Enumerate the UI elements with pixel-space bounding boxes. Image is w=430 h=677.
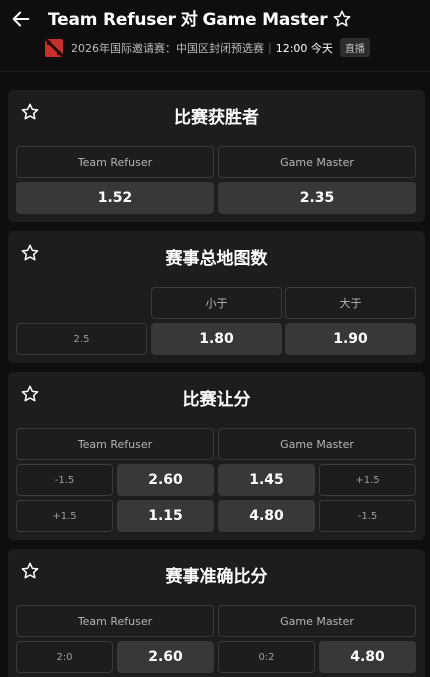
event-name: 2026年国际邀请赛：中国区封闭预选赛 <box>71 41 264 55</box>
market-title: 比赛让分 <box>182 390 251 410</box>
total-line: 2.5 <box>16 323 147 355</box>
market-card-winner: 比赛获胜者 Team Refuser Game Master 1.52 2.35 <box>8 90 425 222</box>
divider: | <box>268 41 272 54</box>
match-title: Team Refuser 对 Game Master <box>48 5 328 30</box>
market-title: 赛事准确比分 <box>165 567 268 587</box>
outcome-header-team1: Team Refuser <box>16 146 214 178</box>
team2-name: Game Master <box>202 10 328 30</box>
back-arrow-icon[interactable] <box>10 8 32 30</box>
handicap-line-team1: +1.5 <box>16 500 113 532</box>
score-label-team2: 0:2 <box>218 641 315 673</box>
team1-name: Team Refuser <box>48 10 176 30</box>
odds-button-team1[interactable]: 1.52 <box>16 182 214 214</box>
market-card-correct-score: 赛事准确比分 Team Refuser Game Master 2:0 2.60… <box>8 549 425 677</box>
market-card-handicap: 比赛让分 Team Refuser Game Master -1.5 2.60 … <box>8 372 425 540</box>
handicap-line-team1: -1.5 <box>16 464 113 496</box>
odds-button-team1[interactable]: 2.60 <box>117 464 214 496</box>
versus-label: 对 <box>180 10 198 30</box>
handicap-line-team2: -1.5 <box>319 500 416 532</box>
event-info: 2026年国际邀请赛：中国区封闭预选赛 | 12:00 今天 直播 <box>45 38 370 57</box>
favorite-star-icon[interactable] <box>332 9 352 29</box>
outcome-header-team1: Team Refuser <box>16 428 214 460</box>
odds-button-team2[interactable]: 1.45 <box>218 464 315 496</box>
outcome-header-under: 小于 <box>151 287 282 319</box>
outcome-header-team1: Team Refuser <box>16 605 214 637</box>
market-title: 比赛获胜者 <box>174 108 259 128</box>
odds-button-under[interactable]: 1.80 <box>151 323 282 355</box>
odds-button-over[interactable]: 1.90 <box>285 323 416 355</box>
market-card-total-maps: 赛事总地图数 小于 大于 2.5 1.80 1.90 <box>8 231 425 363</box>
live-badge[interactable]: 直播 <box>339 38 370 57</box>
market-title: 赛事总地图数 <box>165 249 268 269</box>
dota-logo-icon <box>45 38 63 57</box>
odds-button-team2[interactable]: 2.35 <box>218 182 416 214</box>
odds-button-team2[interactable]: 4.80 <box>218 500 315 532</box>
score-label-team1: 2:0 <box>16 641 113 673</box>
odds-button-team2[interactable]: 4.80 <box>319 641 416 673</box>
handicap-line-team2: +1.5 <box>319 464 416 496</box>
match-header: Team Refuser 对 Game Master 2026年国际邀请赛：中国区封… <box>0 0 430 72</box>
outcome-header-over: 大于 <box>285 287 416 319</box>
match-time: 12:00 今天 <box>275 41 333 55</box>
odds-button-team1[interactable]: 2.60 <box>117 641 214 673</box>
outcome-header-team2: Game Master <box>218 605 416 637</box>
outcome-header-team2: Game Master <box>218 146 416 178</box>
odds-button-team1[interactable]: 1.15 <box>117 500 214 532</box>
outcome-header-team2: Game Master <box>218 428 416 460</box>
